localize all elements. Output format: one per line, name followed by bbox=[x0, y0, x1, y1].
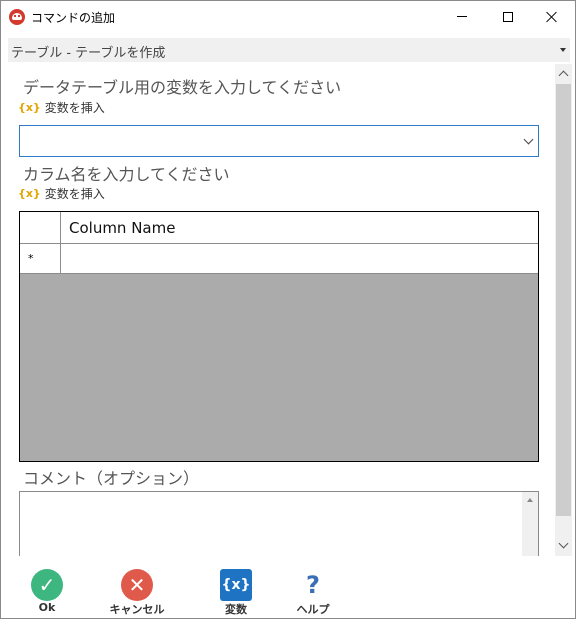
insert-variable-label: 変数を挿入 bbox=[44, 187, 105, 201]
ok-button[interactable]: ✓ Ok bbox=[12, 567, 82, 618]
datatable-variable-label: データテーブル用の変数を入力してください bbox=[23, 78, 342, 97]
cancel-icon: ✕ bbox=[121, 569, 153, 601]
cancel-button[interactable]: ✕ キャンセル bbox=[102, 567, 172, 618]
insert-variable-link-1[interactable]: {x} 変数を挿入 bbox=[18, 99, 105, 116]
chevron-down-icon[interactable] bbox=[523, 134, 534, 145]
insert-variable-link-2[interactable]: {x} 変数を挿入 bbox=[18, 185, 105, 202]
close-button[interactable] bbox=[529, 1, 575, 32]
maximize-icon bbox=[503, 11, 513, 22]
scroll-down-icon[interactable] bbox=[558, 538, 569, 549]
window-title: コマンドの追加 bbox=[31, 11, 116, 25]
command-header[interactable]: テーブル - テーブルを作成 bbox=[8, 38, 570, 62]
ok-label: Ok bbox=[38, 601, 56, 614]
command-header-label: テーブル - テーブルを作成 bbox=[11, 46, 166, 61]
variable-icon: {x} bbox=[18, 101, 41, 114]
scroll-up-icon[interactable] bbox=[527, 498, 533, 502]
column-names-grid[interactable]: Column Name * bbox=[19, 211, 539, 462]
app-logo-icon bbox=[9, 9, 25, 25]
scroll-up-icon[interactable] bbox=[558, 70, 569, 81]
datatable-variable-combobox[interactable] bbox=[19, 125, 539, 157]
help-icon: ? bbox=[306, 571, 320, 599]
collapse-arrow-icon[interactable] bbox=[560, 48, 566, 52]
comment-label: コメント（オプション） bbox=[23, 469, 200, 488]
help-label: ヘルプ bbox=[296, 603, 330, 616]
minimize-icon bbox=[457, 16, 467, 17]
variables-button[interactable]: {x} 変数 bbox=[201, 567, 271, 618]
form-content: データテーブル用の変数を入力してください {x} 変数を挿入 カラム名を入力して… bbox=[8, 64, 555, 556]
insert-variable-label: 変数を挿入 bbox=[44, 101, 105, 115]
vertical-scrollbar[interactable] bbox=[555, 64, 572, 556]
add-command-dialog: コマンドの追加 テーブル - テーブルを作成 データテーブル用の変数を入力してく… bbox=[0, 0, 576, 619]
grid-corner-cell[interactable] bbox=[20, 212, 61, 244]
grid-header-row: Column Name bbox=[20, 212, 538, 244]
help-button[interactable]: ? ヘルプ bbox=[278, 567, 348, 618]
variables-label: 変数 bbox=[225, 603, 247, 616]
title-bar: コマンドの追加 bbox=[1, 1, 575, 32]
cancel-label: キャンセル bbox=[109, 603, 165, 616]
row-header-cell[interactable]: * bbox=[20, 244, 61, 273]
table-row[interactable]: * bbox=[20, 244, 538, 274]
comment-scrollbar[interactable] bbox=[522, 492, 538, 556]
checkmark-icon: ✓ bbox=[31, 569, 63, 601]
minimize-button[interactable] bbox=[439, 1, 485, 32]
maximize-button[interactable] bbox=[485, 1, 531, 32]
variables-icon: {x} bbox=[220, 569, 252, 601]
close-icon bbox=[546, 11, 558, 23]
scrollbar-thumb[interactable] bbox=[556, 84, 571, 516]
comment-textarea[interactable] bbox=[19, 491, 539, 556]
column-name-label: カラム名を入力してください bbox=[23, 165, 230, 184]
column-header-column-name[interactable]: Column Name bbox=[69, 219, 175, 237]
variable-icon: {x} bbox=[18, 187, 41, 200]
new-row-marker: * bbox=[28, 252, 34, 265]
